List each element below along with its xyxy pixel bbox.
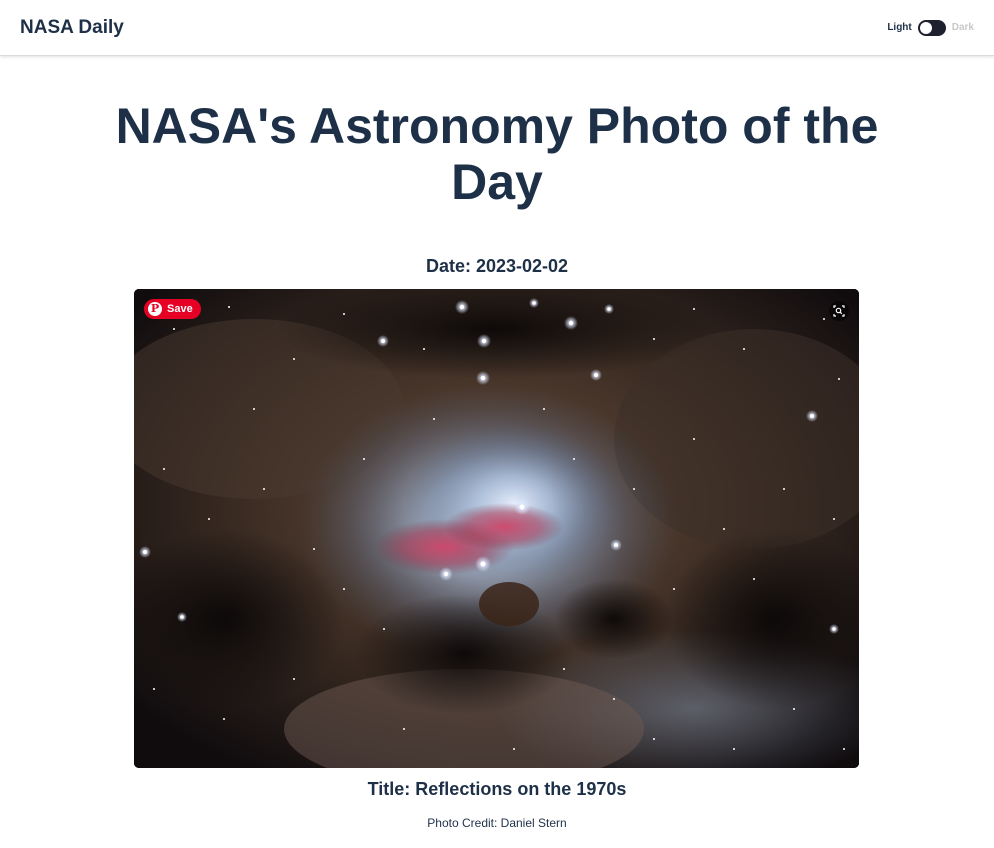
theme-dark-label: Dark [951, 22, 974, 33]
theme-switch[interactable] [917, 19, 946, 36]
pinterest-logo-icon: P [148, 302, 162, 316]
page-heading: NASA's Astronomy Photo of the Day [115, 98, 879, 210]
photo-title: Title: Reflections on the 1970s [367, 779, 627, 799]
theme-switch-knob [919, 21, 932, 34]
astronomy-photo: P Save [134, 289, 859, 768]
theme-light-label: Light [887, 22, 912, 33]
save-label: Save [167, 303, 193, 315]
top-navbar: NASA Daily Light Dark [0, 0, 994, 56]
photo-date: Date: 2023-02-02 [425, 256, 569, 276]
photo-credit: Photo Credit: Daniel Stern [427, 816, 567, 830]
visual-search-button[interactable] [829, 301, 849, 321]
pinterest-save-button[interactable]: P Save [144, 299, 201, 319]
visual-search-icon [833, 305, 845, 317]
theme-toggle: Light Dark [887, 19, 974, 36]
brand-title[interactable]: NASA Daily [20, 17, 124, 39]
nebula-image [134, 289, 859, 768]
